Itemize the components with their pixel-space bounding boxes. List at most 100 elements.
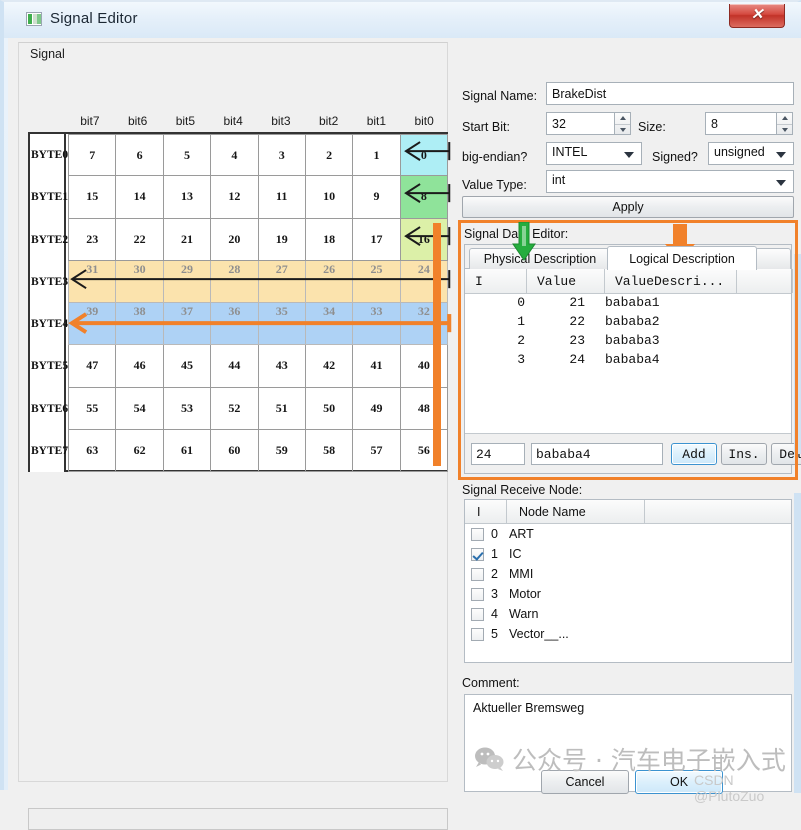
bit-cell[interactable]: 31 xyxy=(68,260,117,303)
list-item[interactable]: 2 MMI xyxy=(465,564,791,584)
bit-cell[interactable]: 38 xyxy=(116,303,164,346)
size-input[interactable] xyxy=(705,112,777,135)
bit-cell[interactable]: 12 xyxy=(211,176,259,219)
bit-cell[interactable]: 34 xyxy=(305,303,354,346)
list-item[interactable]: 4 Warn xyxy=(465,604,791,624)
node-checkbox[interactable] xyxy=(471,587,484,601)
start-bit-stepper[interactable] xyxy=(615,112,631,135)
apply-button[interactable]: Apply xyxy=(462,196,794,218)
bit-cell[interactable]: 25 xyxy=(353,260,401,303)
cancel-button[interactable]: Cancel xyxy=(541,770,629,794)
bit-cell[interactable]: 6 xyxy=(116,134,164,177)
bit-cell[interactable]: 43 xyxy=(258,345,306,388)
bit-cell[interactable]: 52 xyxy=(211,387,259,430)
bit-cell[interactable]: 20 xyxy=(211,218,259,261)
bit-cell[interactable]: 46 xyxy=(116,345,164,388)
bit-cell[interactable]: 29 xyxy=(163,260,212,303)
bit-cell[interactable]: 27 xyxy=(258,260,306,303)
tab-physical-description[interactable]: Physical Description xyxy=(469,248,611,269)
bit-cell[interactable]: 37 xyxy=(163,303,212,346)
byte-row-label: BYTE5 xyxy=(30,345,68,388)
value-type-select[interactable]: int xyxy=(546,170,794,193)
ins-button[interactable]: Ins. xyxy=(721,443,767,465)
table-row[interactable]: 2 23 bababa3 xyxy=(465,332,791,351)
node-checkbox[interactable] xyxy=(471,547,484,561)
bit-cell[interactable]: 22 xyxy=(116,218,164,261)
list-item[interactable]: 3 Motor xyxy=(465,584,791,604)
bit-cell[interactable]: 49 xyxy=(353,387,401,430)
bit-cell[interactable]: 8 xyxy=(400,176,448,219)
bit-cell[interactable]: 62 xyxy=(116,429,164,472)
signal-name-input[interactable] xyxy=(546,82,794,105)
node-checkbox[interactable] xyxy=(471,567,484,581)
bit-cell[interactable]: 5 xyxy=(163,134,212,177)
bit-cell[interactable]: 3 xyxy=(258,134,306,177)
bit-cell[interactable]: 36 xyxy=(211,303,259,346)
bit-cell[interactable]: 1 xyxy=(353,134,401,177)
list-item[interactable]: 1 IC xyxy=(465,544,791,564)
bit-cell[interactable]: 18 xyxy=(305,218,354,261)
endian-select[interactable]: INTEL xyxy=(546,142,642,165)
bit-cell[interactable]: 47 xyxy=(68,345,117,388)
bit-cell[interactable]: 28 xyxy=(211,260,259,303)
bit-cell[interactable]: 50 xyxy=(305,387,354,430)
bit-cell[interactable]: 26 xyxy=(305,260,354,303)
bit-cell[interactable]: 17 xyxy=(353,218,401,261)
bit-cell[interactable]: 19 xyxy=(258,218,306,261)
bit-cell[interactable]: 10 xyxy=(305,176,354,219)
signed-select[interactable]: unsigned xyxy=(708,142,794,165)
bit-cell[interactable]: 41 xyxy=(353,345,401,388)
value-input[interactable] xyxy=(471,443,525,465)
bit-cell[interactable]: 61 xyxy=(163,429,212,472)
signal-data-editor-label: Signal Data Editor: xyxy=(464,227,569,241)
bit-cell[interactable]: 53 xyxy=(163,387,212,430)
table-row[interactable]: 3 24 bababa4 xyxy=(465,351,791,370)
close-button[interactable]: ✕ xyxy=(729,4,785,28)
bit-cell[interactable]: 45 xyxy=(163,345,212,388)
list-item[interactable]: 5 Vector__... xyxy=(465,624,791,644)
bit-cell[interactable]: 0 xyxy=(400,134,448,177)
node-checkbox[interactable] xyxy=(471,607,484,621)
bit-cell[interactable]: 44 xyxy=(211,345,259,388)
add-button[interactable]: Add xyxy=(671,443,717,465)
bit-cell[interactable]: 4 xyxy=(211,134,259,177)
bit-cell[interactable]: 35 xyxy=(258,303,306,346)
bit-cell[interactable]: 11 xyxy=(258,176,306,219)
bit-cell[interactable]: 14 xyxy=(116,176,164,219)
node-checkbox[interactable] xyxy=(471,627,484,641)
ok-button[interactable]: OK xyxy=(635,770,723,794)
bit-cell[interactable]: 60 xyxy=(211,429,259,472)
bit-cell[interactable]: 33 xyxy=(353,303,401,346)
bit-cell[interactable]: 55 xyxy=(68,387,117,430)
bit-cell[interactable]: 63 xyxy=(68,429,117,472)
tab-logical-description[interactable]: Logical Description xyxy=(607,246,757,270)
bit-cell[interactable]: 23 xyxy=(68,218,117,261)
bit-cell[interactable]: 15 xyxy=(68,176,117,219)
bit-cell[interactable]: 9 xyxy=(353,176,401,219)
grid-cell: 2 xyxy=(517,333,525,348)
bit-cell[interactable]: 39 xyxy=(68,303,117,346)
node-checkbox[interactable] xyxy=(471,527,484,541)
bit-cell[interactable]: 30 xyxy=(116,260,164,303)
bit-cell[interactable]: 2 xyxy=(305,134,354,177)
bit-cell[interactable]: 21 xyxy=(163,218,212,261)
start-bit-input[interactable] xyxy=(546,112,615,135)
bit-cell[interactable]: 58 xyxy=(305,429,354,472)
size-stepper[interactable] xyxy=(777,112,793,135)
bit-cell[interactable]: 59 xyxy=(258,429,306,472)
description-input[interactable] xyxy=(531,443,663,465)
signal-group-label: Signal xyxy=(26,47,69,61)
bit-cell[interactable]: 54 xyxy=(116,387,164,430)
table-row[interactable]: 1 22 bababa2 xyxy=(465,313,791,332)
left-bottom-panel xyxy=(28,808,448,830)
list-item[interactable]: 0 ART xyxy=(465,524,791,544)
bit-cell[interactable]: 42 xyxy=(305,345,354,388)
endian-label: big-endian? xyxy=(462,150,528,164)
bit-cell[interactable]: 7 xyxy=(68,134,117,177)
right-panel-scrollbar-lower[interactable] xyxy=(794,493,801,793)
bit-cell[interactable]: 13 xyxy=(163,176,212,219)
bit-cell[interactable]: 51 xyxy=(258,387,306,430)
right-panel-scrollbar-upper[interactable] xyxy=(794,254,801,454)
table-row[interactable]: 0 21 bababa1 xyxy=(465,294,791,313)
bit-cell[interactable]: 57 xyxy=(353,429,401,472)
